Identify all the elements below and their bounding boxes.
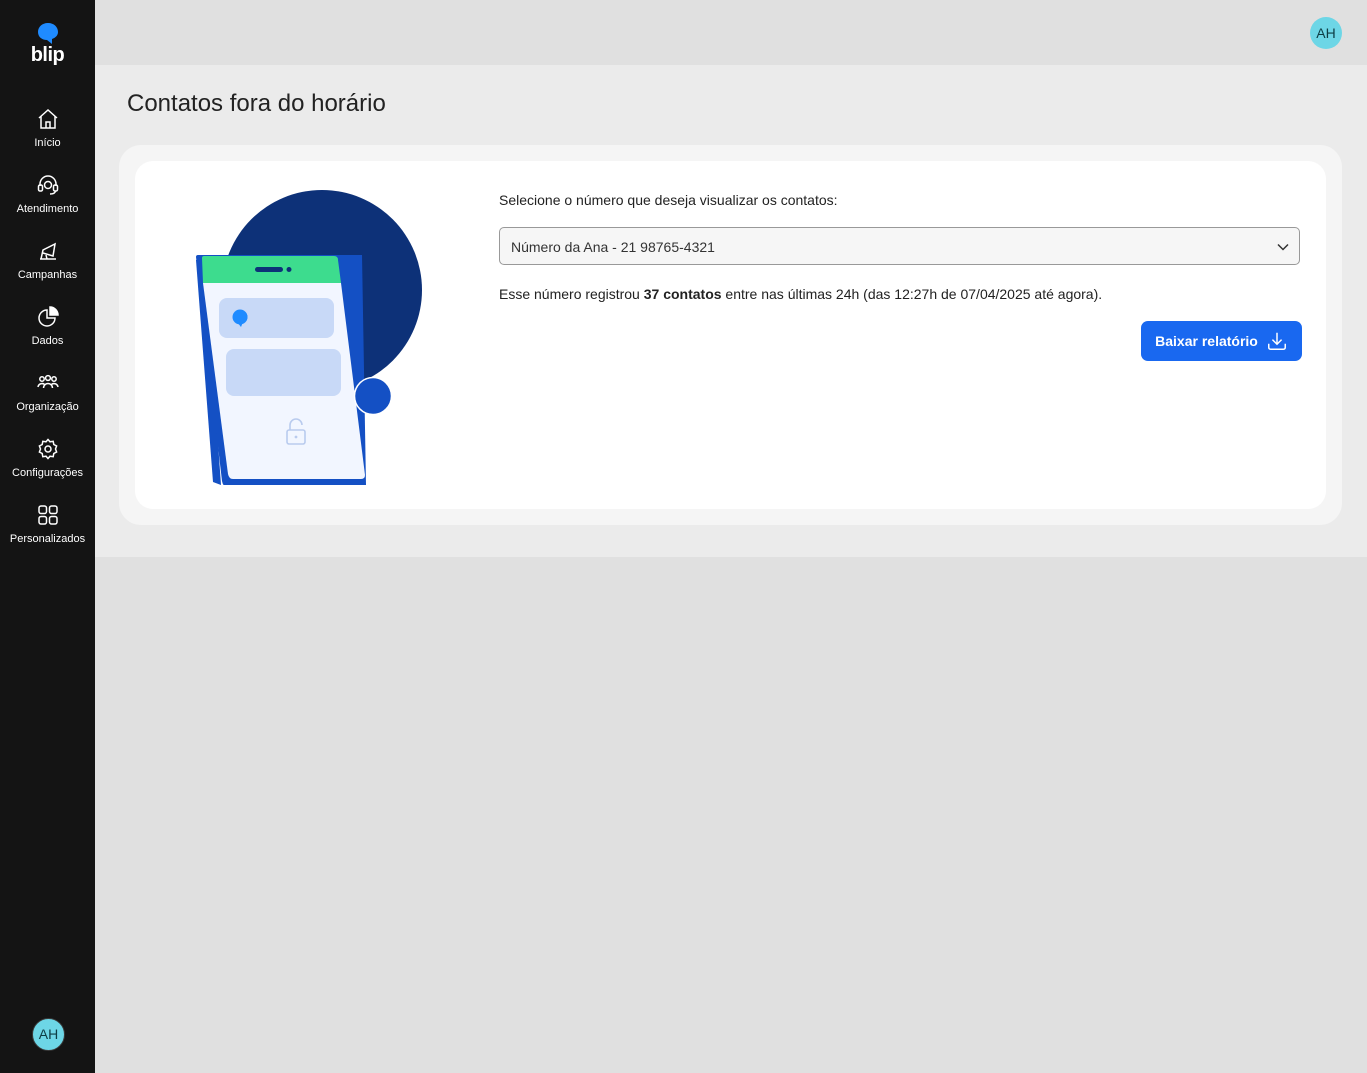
download-report-button[interactable]: Baixar relatório bbox=[1141, 321, 1302, 361]
sidebar-item-label: Atendimento bbox=[16, 203, 79, 215]
download-icon bbox=[1267, 332, 1286, 350]
topbar: AH bbox=[95, 0, 1367, 65]
sidebar-item-label: Campanhas bbox=[17, 269, 78, 281]
info-prefix: Esse número registrou bbox=[499, 286, 644, 302]
megaphone-icon bbox=[39, 242, 56, 260]
sidebar-item-label: Configurações bbox=[12, 467, 83, 479]
blip-logo-icon bbox=[37, 23, 58, 44]
sidebar-item-label: Dados bbox=[31, 335, 64, 347]
card-container: Selecione o número que deseja visualizar… bbox=[119, 145, 1342, 525]
main-content: Contatos fora do horário Selecione o núm… bbox=[95, 65, 1367, 557]
page-title: Contatos fora do horário bbox=[127, 90, 386, 117]
sidebar-item-label: Organização bbox=[16, 401, 79, 413]
logo-text: blip bbox=[30, 44, 65, 66]
chevron-down-icon bbox=[1277, 243, 1289, 251]
sidebar-item-inicio[interactable]: Início bbox=[0, 107, 95, 165]
card: Selecione o número que deseja visualizar… bbox=[135, 161, 1326, 509]
sidebar-item-configuracoes[interactable]: Configurações bbox=[0, 437, 95, 495]
info-count: 37 contatos bbox=[643, 286, 722, 302]
user-avatar[interactable]: AH bbox=[32, 1018, 65, 1051]
user-avatar[interactable]: AH bbox=[1310, 17, 1342, 49]
blip-logo[interactable]: blip bbox=[0, 22, 95, 65]
sidebar-item-dados[interactable]: Dados bbox=[0, 305, 95, 363]
sidebar-item-label: Personalizados bbox=[9, 533, 86, 545]
contacts-info: Esse número registrou 37 contatos entre … bbox=[499, 286, 1102, 302]
headset-icon bbox=[37, 175, 58, 195]
phone-illustration bbox=[196, 190, 422, 485]
sidebar-item-atendimento[interactable]: Atendimento bbox=[0, 173, 95, 231]
sidebar-item-campanhas[interactable]: Campanhas bbox=[0, 239, 95, 297]
number-select[interactable]: Número da Ana - 21 98765-4321 bbox=[499, 227, 1300, 265]
gear-icon bbox=[37, 438, 58, 460]
grid-icon bbox=[37, 505, 58, 525]
select-number-label: Selecione o número que deseja visualizar… bbox=[499, 192, 838, 208]
home-icon bbox=[38, 108, 57, 129]
info-suffix: entre nas últimas 24h (das 12:27h de 07/… bbox=[721, 286, 1103, 302]
download-report-label: Baixar relatório bbox=[1155, 333, 1258, 349]
sidebar: blip Início Atendimento Campanhas Dados bbox=[0, 0, 95, 1073]
number-select-value: Número da Ana - 21 98765-4321 bbox=[511, 239, 715, 255]
people-group-icon bbox=[36, 374, 59, 389]
sidebar-item-label: Início bbox=[34, 137, 61, 149]
sidebar-item-personalizados[interactable]: Personalizados bbox=[0, 503, 95, 561]
pie-chart-icon bbox=[37, 306, 59, 327]
sidebar-item-organizacao[interactable]: Organização bbox=[0, 371, 95, 429]
